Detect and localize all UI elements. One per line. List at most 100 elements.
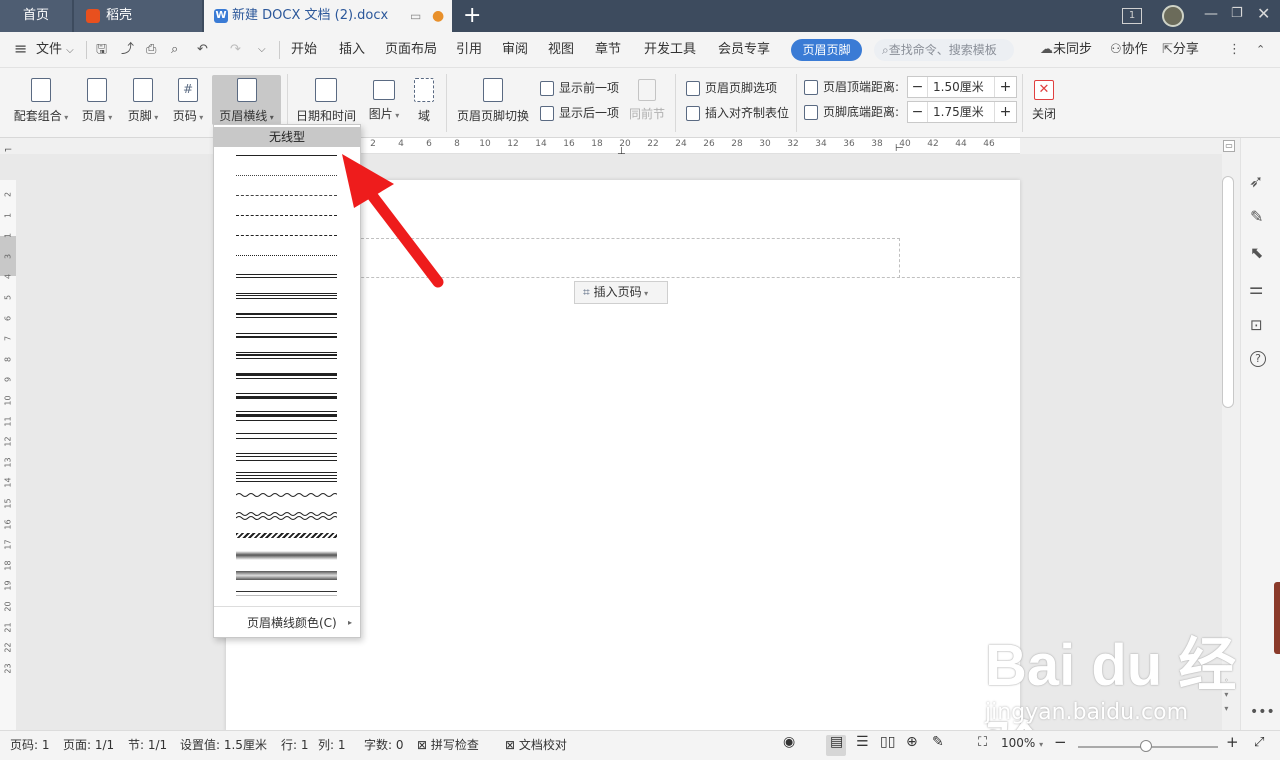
- line-style-wave[interactable]: [236, 490, 337, 500]
- menu-member[interactable]: 会员专享: [718, 41, 770, 59]
- line-style-thin-thick-large[interactable]: [236, 393, 337, 399]
- increase-button[interactable]: +: [994, 77, 1016, 97]
- outline-view-icon[interactable]: ☰: [856, 734, 869, 750]
- field-button[interactable]: 域: [412, 78, 436, 128]
- select-cursor-icon[interactable]: ⬉: [1250, 243, 1263, 262]
- fit-page-icon[interactable]: ⛶: [978, 735, 987, 750]
- zoom-slider-thumb[interactable]: [1140, 740, 1152, 752]
- menu-section[interactable]: 章节: [595, 41, 621, 59]
- status-pages[interactable]: 页面: 1/1: [63, 736, 114, 753]
- header-footer-options-button[interactable]: 页眉页脚选项: [686, 78, 777, 98]
- minimize-icon[interactable]: —: [1204, 6, 1218, 22]
- status-word-count[interactable]: 字数: 0: [364, 736, 404, 753]
- line-style-triple[interactable]: [236, 293, 337, 299]
- write-mode-icon[interactable]: ✎: [932, 734, 944, 750]
- line-style-dash-dot[interactable]: [236, 235, 337, 236]
- settings-sliders-icon[interactable]: ⚌: [1249, 279, 1263, 298]
- combo-button[interactable]: 配套组合 ▾: [12, 78, 70, 128]
- menu-review[interactable]: 审阅: [502, 41, 528, 59]
- window-count-icon[interactable]: 1: [1122, 8, 1142, 24]
- zoom-level[interactable]: 100% ▾: [1001, 736, 1043, 750]
- eye-protection-icon[interactable]: ◉: [783, 734, 795, 750]
- save-icon[interactable]: 🖫: [96, 41, 107, 59]
- reading-view-icon[interactable]: ▯▯: [880, 734, 895, 750]
- line-style-dotted[interactable]: [236, 175, 337, 176]
- line-style-dash-dot-dot[interactable]: [236, 255, 337, 256]
- insert-page-number-button[interactable]: ⌗ 插入页码 ▾: [574, 281, 668, 304]
- header-line-color-item[interactable]: 页眉横线颜色(C) ▸: [214, 612, 360, 634]
- line-style-single[interactable]: [236, 155, 337, 156]
- page-view-icon[interactable]: ▤: [830, 734, 843, 750]
- collab-button[interactable]: ⚇协作: [1110, 41, 1148, 59]
- header-top-distance-value[interactable]: 1.50厘米: [928, 77, 994, 97]
- status-section[interactable]: 节: 1/1: [128, 736, 167, 753]
- hamburger-icon[interactable]: ≡: [14, 40, 27, 58]
- line-style-outset[interactable]: [236, 591, 337, 596]
- spell-check-button[interactable]: ⊠ 拼写检查: [417, 736, 479, 753]
- line-style-engrave[interactable]: [236, 571, 337, 580]
- close-window-icon[interactable]: ✕: [1257, 4, 1270, 23]
- picture-button[interactable]: 图片 ▾: [366, 78, 402, 128]
- menu-view[interactable]: 视图: [548, 41, 574, 59]
- zoom-out-button[interactable]: −: [1054, 733, 1067, 751]
- new-tab-icon[interactable]: +: [463, 3, 481, 29]
- line-style-double[interactable]: [236, 274, 337, 278]
- menu-references[interactable]: 引用: [456, 41, 482, 59]
- tab-home[interactable]: 首页: [0, 0, 72, 32]
- line-style-dash-dot-stroked[interactable]: [236, 533, 337, 538]
- insert-align-tab-button[interactable]: 插入对齐制表位: [686, 103, 789, 123]
- footer-bottom-distance-value[interactable]: 1.75厘米: [928, 102, 994, 122]
- more-vertical-icon[interactable]: ⋮: [1228, 41, 1241, 59]
- menu-insert[interactable]: 插入: [339, 41, 365, 59]
- proofread-button[interactable]: ⊠ 文档校对: [505, 736, 567, 753]
- footer-bottom-distance-stepper[interactable]: − 1.75厘米 +: [907, 101, 1017, 123]
- decrease-button[interactable]: −: [908, 77, 928, 97]
- date-time-button[interactable]: 日期和时间: [294, 78, 358, 128]
- line-style-quad[interactable]: [236, 472, 337, 482]
- line-style-wide-triple[interactable]: [236, 453, 337, 461]
- pen-icon[interactable]: ✎: [1250, 207, 1263, 226]
- line-style-double-wave[interactable]: [236, 510, 337, 522]
- split-view-icon[interactable]: ▭: [1223, 140, 1235, 152]
- sync-button[interactable]: ☁未同步: [1040, 41, 1092, 59]
- status-setting[interactable]: 设置值: 1.5厘米: [180, 736, 267, 753]
- help-icon[interactable]: ?: [1250, 351, 1266, 367]
- page-number-button[interactable]: # 页码 ▾: [171, 78, 205, 128]
- web-view-icon[interactable]: ⊕: [906, 734, 918, 750]
- line-style-thick-thin-large[interactable]: [236, 373, 337, 379]
- line-style-wide-double[interactable]: [236, 433, 337, 439]
- line-style-thick-thin[interactable]: [236, 313, 337, 318]
- fullscreen-icon[interactable]: ⤢: [1254, 735, 1264, 750]
- export-icon[interactable]: ⤴: [121, 41, 134, 59]
- monitor-icon[interactable]: ▭: [410, 0, 421, 32]
- rocket-icon[interactable]: ➶: [1249, 172, 1263, 192]
- tab-stop-selector-icon[interactable]: ⌐: [4, 145, 12, 156]
- menu-start[interactable]: 开始: [291, 41, 317, 59]
- right-margin-marker-icon[interactable]: ⊢: [895, 143, 904, 154]
- collapse-ribbon-icon[interactable]: ⌃: [1256, 41, 1265, 59]
- header-top-distance-stepper[interactable]: − 1.50厘米 +: [907, 76, 1017, 98]
- line-style-thin-thick-thin-large[interactable]: [236, 411, 337, 421]
- indent-marker-icon[interactable]: ⊥: [617, 146, 626, 157]
- restore-icon[interactable]: ❐: [1231, 6, 1243, 21]
- command-search-input[interactable]: ⌕查找命令、搜索模板: [874, 39, 1014, 61]
- print-icon[interactable]: ⎙: [146, 41, 156, 59]
- header-button[interactable]: 页眉 ▾: [80, 78, 114, 128]
- line-style-small-dash[interactable]: [236, 195, 337, 196]
- tab-document[interactable]: W 新建 DOCX 文档 (2).docx ▭ ●: [204, 0, 452, 32]
- undo-icon[interactable]: ↶: [197, 41, 208, 59]
- scroll-thumb[interactable]: [1222, 176, 1234, 408]
- menu-header-footer[interactable]: 页眉页脚: [791, 39, 862, 61]
- line-style-dash[interactable]: [236, 215, 337, 216]
- decrease-button[interactable]: −: [908, 102, 928, 122]
- status-page[interactable]: 页码: 1: [10, 736, 50, 753]
- line-style-thin-thick[interactable]: [236, 333, 337, 338]
- close-header-footer-button[interactable]: ✕ 关闭: [1030, 78, 1058, 128]
- tab-daoke[interactable]: 稻壳: [74, 0, 202, 32]
- header-footer-switch-button[interactable]: 页眉页脚切换: [456, 78, 530, 128]
- line-style-emboss[interactable]: [236, 551, 337, 560]
- menu-file[interactable]: 文件 ⌵: [36, 41, 74, 59]
- show-next-button[interactable]: 显示后一项: [540, 103, 619, 123]
- share-button[interactable]: ⇱分享: [1162, 41, 1199, 59]
- avatar[interactable]: [1162, 5, 1184, 27]
